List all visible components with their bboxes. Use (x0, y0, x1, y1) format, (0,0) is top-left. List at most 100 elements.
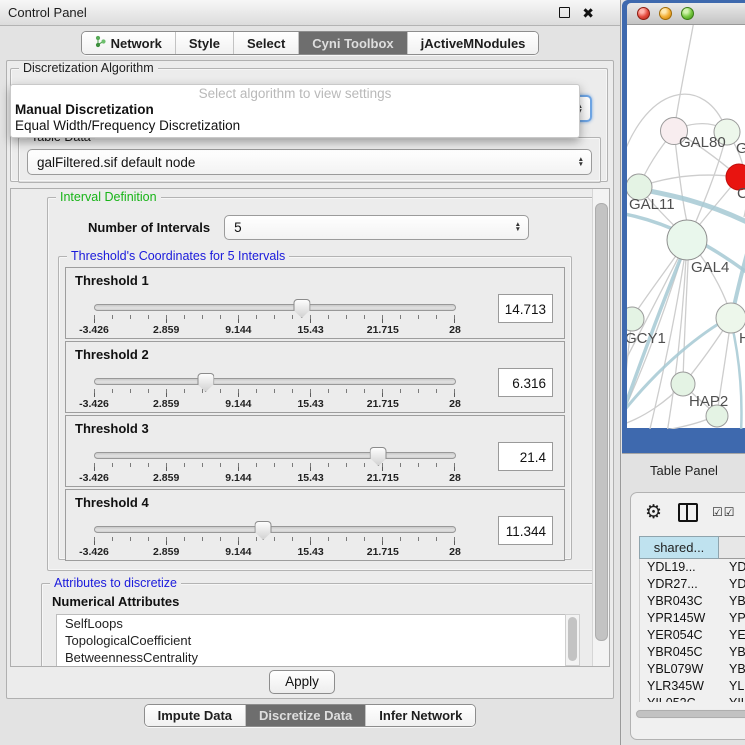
number-of-intervals-combobox[interactable]: 5 ▲▼ (224, 215, 529, 240)
network-node-gcy1[interactable] (627, 307, 644, 331)
column-header-name[interactable]: name (719, 536, 745, 559)
table-data-group: Table Data galFiltered.sif default node … (18, 137, 601, 183)
table-cell[interactable]: YIL052C (720, 695, 745, 702)
table-cell[interactable]: YDR27... (640, 576, 720, 593)
zoom-window-icon[interactable] (681, 7, 694, 20)
network-node-h[interactable] (716, 303, 745, 333)
slider-track[interactable] (94, 304, 456, 311)
tab-network[interactable]: Network (82, 32, 175, 54)
column-header-shared-name[interactable]: shared... (639, 536, 719, 559)
scrollbar-thumb[interactable] (568, 617, 577, 661)
table-cell[interactable]: YBR043C (640, 593, 720, 610)
table-cell[interactable]: YBR045C (720, 644, 745, 661)
table-cell[interactable]: YER054C (720, 627, 745, 644)
table-cell[interactable]: YBL079W (720, 661, 745, 678)
table-header-row: shared... name (639, 536, 745, 559)
numerical-attributes-list[interactable]: SelfLoopsTopologicalCoefficientBetweenne… (56, 614, 570, 667)
table-panel-title: Table Panel (622, 453, 745, 487)
control-panel-tabbar: NetworkStyleSelectCyni ToolboxjActiveMNo… (81, 31, 540, 55)
table-cell[interactable]: YDL19... (720, 559, 745, 576)
tab-style[interactable]: Style (175, 32, 233, 54)
table-row[interactable]: YPR145WYPR145W (640, 610, 745, 627)
table-cell[interactable]: YBR043C (720, 593, 745, 610)
table-cell[interactable]: YBR045C (640, 644, 720, 661)
tick-marks (94, 463, 455, 471)
threshold-value-field[interactable]: 21.4 (498, 442, 553, 471)
dropdown-item-manual-discretization[interactable]: Manual Discretization (11, 102, 579, 118)
columns-icon[interactable] (678, 503, 698, 522)
scrollbar-thumb[interactable] (636, 710, 745, 718)
tick-marks (94, 389, 455, 397)
attributes-group: Attributes to discretize Numerical Attri… (41, 583, 595, 667)
table-cell[interactable]: YPR145W (720, 610, 745, 627)
table-row[interactable]: YER054CYER054C (640, 627, 745, 644)
right-column: GAL80GACGAL11GAL4GCY1HHAP2 Table Panel ⚙… (622, 0, 745, 745)
dropdown-placeholder[interactable]: Select algorithm to view settings (11, 85, 579, 102)
cyni-mode-tabbar: Impute DataDiscretize DataInfer Network (144, 704, 477, 727)
dropdown-item-equal-width-frequency[interactable]: Equal Width/Frequency Discretization (11, 118, 579, 134)
table-panel: ⚙ ☑☑ shared... name YDL19...YDL19...YDR2… (630, 492, 745, 740)
tab-cyni-toolbox[interactable]: Cyni Toolbox (298, 32, 406, 54)
table-row[interactable]: YBR043CYBR043C (640, 593, 745, 610)
network-node-label: GAL80 (679, 134, 726, 151)
threshold-value-field[interactable]: 11.344 (498, 516, 553, 545)
tick-labels: -3.4262.8599.14415.4321.71528 (94, 324, 455, 336)
network-window: GAL80GACGAL11GAL4GCY1HHAP2 (622, 0, 745, 453)
tab-infer-network[interactable]: Infer Network (365, 705, 475, 726)
table-cell[interactable]: YBL079W (640, 661, 720, 678)
number-of-intervals-value: 5 (234, 220, 242, 235)
tab-impute-data[interactable]: Impute Data (145, 705, 245, 726)
tick-label: 2.859 (153, 398, 179, 410)
tab-jactivemnodules[interactable]: jActiveMNodules (407, 32, 539, 54)
control-panel-titlebar: Control Panel ✖ (0, 0, 620, 26)
table-data-combobox[interactable]: galFiltered.sif default node ▲▼ (27, 149, 592, 175)
table-row[interactable]: YLR345WYLR345W (640, 678, 745, 695)
attribute-list-item[interactable]: SelfLoops (57, 615, 569, 632)
threshold-panel-2: Threshold 2-3.4262.8599.14415.4321.71528… (65, 341, 565, 413)
close-window-icon[interactable] (637, 7, 650, 20)
attribute-list-item[interactable]: BetweennessCentrality (57, 649, 569, 666)
minimize-window-icon[interactable] (659, 7, 672, 20)
table-cell[interactable]: YDL19... (640, 559, 720, 576)
slider-track[interactable] (94, 452, 456, 459)
table-cell[interactable]: YPR145W (640, 610, 720, 627)
slider-track[interactable] (94, 378, 456, 385)
gear-icon[interactable]: ⚙ (645, 501, 662, 524)
table-horizontal-scrollbar[interactable] (635, 709, 745, 719)
table-cell[interactable]: YDR27... (720, 576, 745, 593)
close-panel-icon[interactable]: ✖ (582, 8, 594, 18)
settings-scroll-area: Interval Definition Number of Intervals … (10, 188, 610, 667)
thresholds-group: Threshold's Coordinates for 5 Intervals … (58, 256, 572, 560)
threshold-title: Threshold 1 (75, 273, 149, 288)
network-node-label: H (739, 330, 745, 347)
table-row[interactable]: YBL079WYBL079W (640, 661, 745, 678)
table-row[interactable]: YDL19...YDL19... (640, 559, 745, 576)
tick-label: 28 (449, 324, 461, 336)
table-cell[interactable]: YLR345W (640, 678, 720, 695)
thresholds-group-title: Threshold's Coordinates for 5 Intervals (67, 249, 289, 263)
tab-discretize-data[interactable]: Discretize Data (245, 705, 365, 726)
tick-label: -3.426 (79, 546, 109, 558)
table-cell[interactable]: YER054C (640, 627, 720, 644)
threshold-value-field[interactable]: 14.713 (498, 294, 553, 323)
table-row[interactable]: YIL052CYIL052C (640, 695, 745, 702)
settings-vertical-scrollbar[interactable] (592, 189, 609, 666)
checkboxes-icon[interactable]: ☑☑ (712, 505, 736, 519)
apply-button[interactable]: Apply (269, 670, 335, 694)
float-window-icon[interactable] (559, 7, 570, 18)
scrollbar-thumb[interactable] (595, 203, 608, 641)
attribute-list-item[interactable]: TopologicalCoefficient (57, 632, 569, 649)
node-table: shared... name YDL19...YDL19...YDR27...Y… (639, 536, 745, 702)
table-row[interactable]: YDR27...YDR27... (640, 576, 745, 593)
threshold-panel-4: Threshold 4-3.4262.8599.14415.4321.71528… (65, 489, 565, 561)
network-node-gal4[interactable] (667, 220, 707, 260)
slider-track[interactable] (94, 526, 456, 533)
attributes-list-scrollbar[interactable] (565, 614, 580, 666)
table-row[interactable]: YBR045CYBR045C (640, 644, 745, 661)
tab-select[interactable]: Select (233, 32, 298, 54)
table-cell[interactable]: YLR345W (720, 678, 745, 695)
tick-label: 21.715 (367, 472, 399, 484)
threshold-value-field[interactable]: 6.316 (498, 368, 553, 397)
network-canvas[interactable]: GAL80GACGAL11GAL4GCY1HHAP2 (627, 25, 745, 428)
table-cell[interactable]: YIL052C (640, 695, 720, 702)
